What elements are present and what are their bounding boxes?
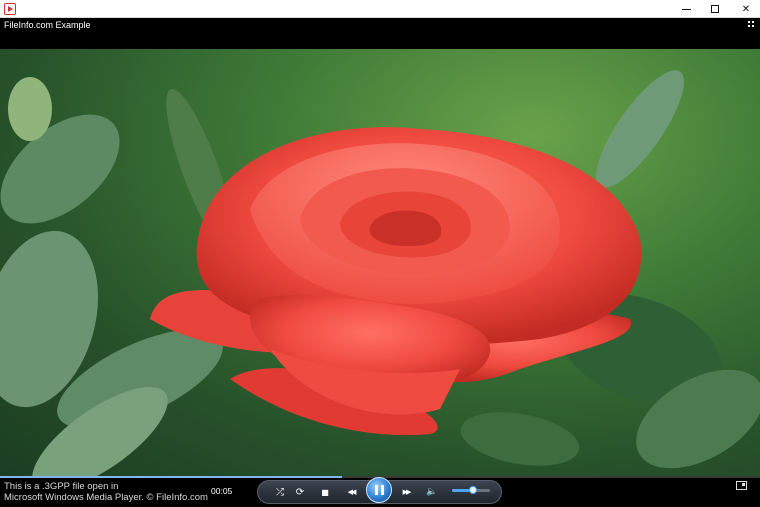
- repeat-button[interactable]: ⟳: [293, 480, 307, 504]
- next-icon: ▶▶: [402, 488, 412, 496]
- caption-text: This is a .3GPP file open in Microsoft W…: [4, 481, 224, 503]
- caption-line-2: Microsoft Windows Media Player. © FileIn…: [4, 492, 208, 503]
- volume-thumb[interactable]: [468, 486, 477, 494]
- grid-menu-icon[interactable]: [748, 21, 754, 27]
- stop-button[interactable]: ■: [318, 480, 332, 504]
- maximize-button[interactable]: [703, 0, 727, 18]
- video-area[interactable]: [0, 49, 760, 476]
- maximize-icon: [711, 5, 719, 13]
- speaker-icon: 🔈: [426, 487, 438, 497]
- red-rose-image: [0, 70, 760, 476]
- pause-icon: [374, 485, 384, 495]
- close-icon: ✕: [741, 3, 751, 15]
- shuffle-icon: ⤮: [276, 486, 284, 498]
- volume-slider[interactable]: [452, 486, 490, 494]
- mute-button[interactable]: 🔈: [425, 480, 439, 504]
- seek-progress: [0, 476, 342, 478]
- shuffle-button[interactable]: ⤮: [273, 480, 287, 504]
- repeat-icon: ⟳: [295, 486, 305, 498]
- switch-to-library-icon[interactable]: [736, 481, 747, 490]
- elapsed-time: 00:05: [211, 486, 233, 496]
- stop-icon: ■: [321, 487, 329, 497]
- title-bar: ✕: [0, 0, 760, 18]
- player-controls: This is a .3GPP file open in Microsoft W…: [0, 476, 760, 507]
- close-button[interactable]: ✕: [734, 0, 758, 18]
- next-button[interactable]: ▶▶: [395, 480, 417, 504]
- minimize-button[interactable]: [674, 0, 698, 18]
- now-playing-header: FileInfo.com Example: [0, 18, 760, 49]
- minimize-icon: [681, 8, 691, 10]
- pause-button[interactable]: [366, 477, 392, 503]
- caption-line-1: This is a .3GPP file open in: [4, 481, 119, 492]
- previous-button[interactable]: ◀◀: [340, 480, 362, 504]
- media-player-icon: [4, 3, 16, 15]
- now-playing-title: FileInfo.com Example: [4, 20, 91, 30]
- previous-icon: ◀◀: [347, 488, 357, 496]
